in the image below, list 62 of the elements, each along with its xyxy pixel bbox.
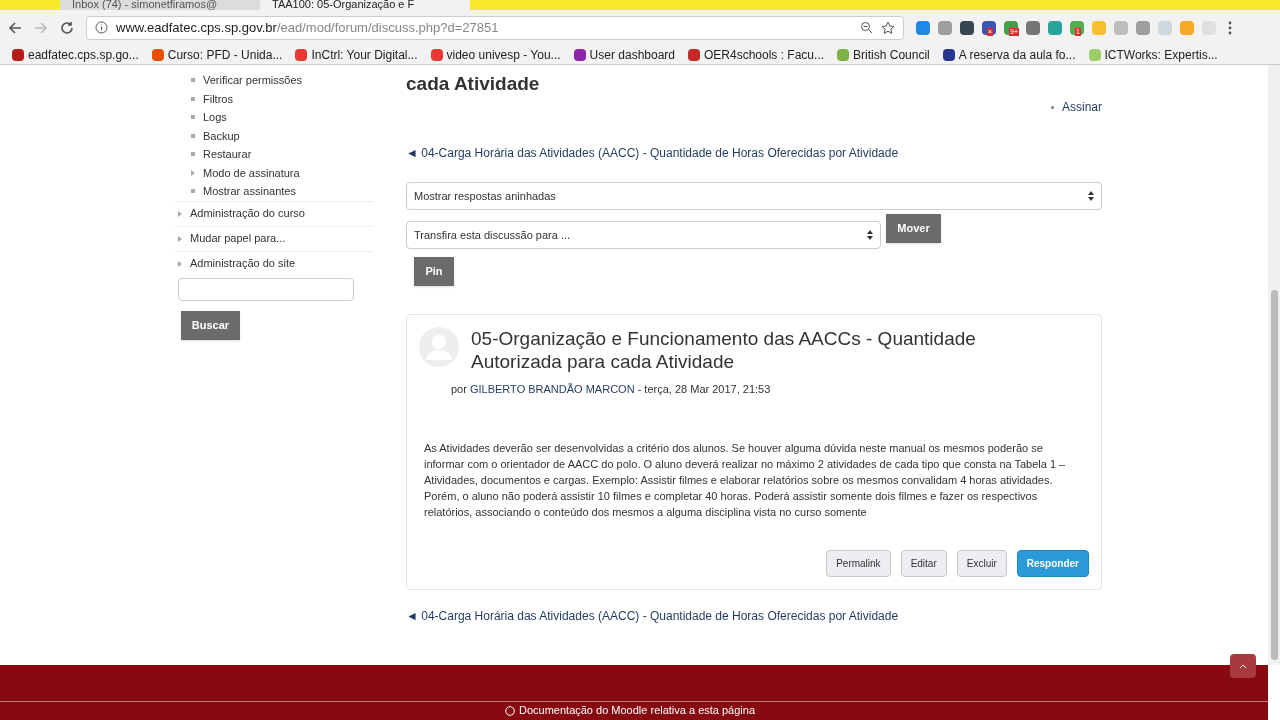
caret-up-icon	[1239, 663, 1247, 669]
sidebar-item[interactable]: Administração do curso	[190, 205, 305, 222]
post-action-button[interactable]: Excluir	[956, 549, 1007, 577]
menu-icon[interactable]	[1228, 20, 1232, 35]
bookmark-link[interactable]: eadfatec.cps.sp.go...	[28, 45, 139, 64]
previous-discussion-link[interactable]: ◄ 04-Carga Horária das Atividades (AACC) - Quantidade de Horas Oferecidas por Atividade	[406, 606, 1102, 625]
url-text: www.eadfatec.cps.sp.gov.br/ead/mod/forum/discuss.php?d=27851	[116, 18, 499, 37]
documentation-link[interactable]: Documentação do Moodle relativa a esta página	[519, 705, 756, 716]
sidebar-item[interactable]: Restaurar	[203, 146, 252, 163]
expand-icon	[191, 169, 195, 176]
back-to-top-button[interactable]	[1230, 654, 1256, 678]
sidebar-item[interactable]: Mudar papel para...	[190, 230, 286, 247]
address-bar[interactable]: www.eadfatec.cps.sp.gov.br/ead/mod/forum/discuss.php?d=27851	[86, 15, 904, 40]
bullet-icon	[191, 96, 195, 101]
post-action-button[interactable]: Permalink	[826, 549, 891, 577]
help-icon	[505, 705, 515, 716]
scrollbar[interactable]	[1268, 65, 1280, 665]
bookmark-link[interactable]: video univesp - You...	[446, 45, 561, 64]
bullet-icon	[191, 115, 195, 120]
previous-discussion-link[interactable]: ◄ 04-Carga Horária das Atividades (AACC) - Quantidade de Horas Oferecidas por Atividade	[406, 144, 1102, 162]
bookmark-link[interactable]: InCtrl: Your Digital...	[311, 45, 418, 64]
reload-icon[interactable]	[60, 20, 74, 35]
sidebar-item[interactable]: Modo de assinatura	[203, 164, 300, 181]
star-icon[interactable]	[881, 20, 895, 35]
bullet-icon	[191, 189, 195, 194]
browser-tab[interactable]: TAA100: 05-Organização e F	[260, 0, 470, 10]
sidebar-item[interactable]: Administração do site	[190, 255, 296, 272]
post-title: 05-Organização e Funcionamento das AACCs - Quantidade Autorizada para cada Atividade	[471, 327, 977, 373]
bullet-icon	[191, 152, 195, 157]
browser-tab[interactable]: Inbox (74) - simonetfiramos@	[60, 0, 260, 10]
post-action-button[interactable]: Editar	[900, 549, 947, 577]
search-field[interactable]	[178, 277, 354, 301]
pin-button[interactable]: Pin	[414, 257, 454, 286]
zoom-icon[interactable]	[860, 21, 873, 34]
bookmark-link[interactable]: A reserva da aula fo...	[958, 45, 1076, 64]
subscribe-link[interactable]: Assinar	[1062, 98, 1102, 116]
bullet-icon	[191, 78, 195, 83]
bullet-icon	[191, 133, 195, 138]
forward-icon[interactable]	[34, 20, 48, 35]
back-icon[interactable]	[8, 20, 22, 35]
select-arrows-icon	[1088, 191, 1094, 201]
info-icon	[95, 21, 108, 34]
sidebar-item[interactable]: Filtros	[203, 90, 233, 107]
extension-icon[interactable]	[1026, 20, 1040, 35]
bookmark-link[interactable]: OER4schools : Facu...	[704, 45, 825, 64]
sidebar-item[interactable]: Backup	[203, 127, 240, 144]
sidebar-item[interactable]: Logs	[203, 109, 227, 126]
move-discussion-select[interactable]: Transfira esta discussão para ...	[406, 221, 881, 249]
extension-icon[interactable]	[960, 20, 974, 35]
move-button[interactable]: Mover	[886, 214, 941, 243]
search-button[interactable]: Buscar	[181, 310, 240, 340]
page-heading: cada Atividade	[406, 73, 541, 95]
sidebar-item[interactable]: Verificar permissões	[203, 72, 303, 89]
bookmark-link[interactable]: Curso: PFD - Unida...	[167, 45, 283, 64]
sidebar-item[interactable]: Mostrar assinantes	[203, 183, 296, 200]
post-body: As Atividades deverão ser desenvolvidas a critério dos alunos. Se houver alguma dúvida neste manual os mesmos poderão se informar com o orientador de AACC do polo. O aluno deverá realizar no máximo 2 atividades de cada tipo que consta na Tabela 1 – Atividades, documentos e cargas. Exemplo: Assistir filmes e elaborar relatórios sobre os mesmos convalidam 4 horas atividades. Porém, o aluno não poderá assistir 10 filmes e completar 40 horas. Poderá assistir somente dois filmes e fazer os respectivos relatórios, associando o conteúdo dos mesmos a alguma disciplina vista no curso somente	[424, 440, 1067, 520]
bookmark-link[interactable]: ICTWorks: Expertis...	[1104, 45, 1218, 64]
bookmark-link[interactable]: User dashboard	[589, 45, 675, 64]
select-arrows-icon	[867, 230, 873, 240]
bookmark-link[interactable]: British Council	[853, 45, 930, 64]
post-byline: por GILBERTO BRANDÃO MARCON - terça, 28 Mar 2017, 21:53	[451, 382, 772, 397]
display-mode-select[interactable]: Mostrar respostas aninhadas	[406, 182, 1102, 210]
